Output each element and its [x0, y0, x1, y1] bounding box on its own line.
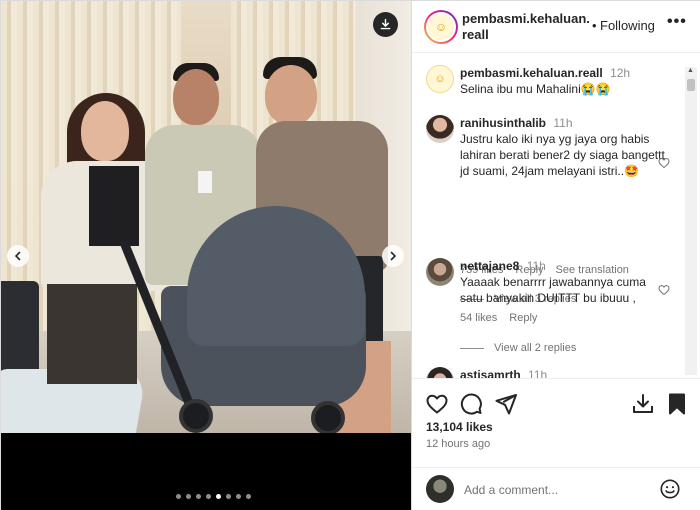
- download-post-icon[interactable]: [631, 392, 655, 416]
- post-likes-count[interactable]: 13,104 likes: [426, 420, 493, 434]
- carousel-dot[interactable]: [246, 494, 251, 499]
- comment-text: Yaaaak benarrrr jawabannya cuma satu ban…: [460, 275, 646, 305]
- comment-meta: 54 likes Reply: [460, 312, 537, 324]
- chevron-left-icon: [14, 251, 21, 261]
- carousel-prev-button[interactable]: [7, 245, 29, 267]
- carousel-dot[interactable]: [226, 494, 231, 499]
- like-heart-icon[interactable]: [425, 392, 449, 416]
- comment-bubble-icon[interactable]: [459, 392, 483, 416]
- carousel-dot[interactable]: [196, 494, 201, 499]
- comment-time: 11h: [528, 368, 548, 378]
- scroll-thumb[interactable]: [687, 79, 695, 91]
- comment-likes[interactable]: 54 likes: [460, 312, 497, 324]
- current-user-avatar[interactable]: [426, 475, 454, 503]
- comment-username[interactable]: pembasmi.kehaluan.reall: [460, 66, 603, 80]
- post-photo: [1, 1, 411, 433]
- download-button[interactable]: [373, 12, 398, 37]
- author-username[interactable]: pembasmi.kehaluan.reall: [462, 11, 590, 43]
- comment-username[interactable]: astisamrth: [460, 368, 521, 378]
- post-actions: 13,104 likes 12 hours ago: [412, 378, 700, 468]
- comment-text: Justru kalo iki nya yg jaya org habis la…: [460, 132, 665, 178]
- chevron-right-icon: [390, 251, 397, 261]
- follow-separator: •: [592, 18, 597, 33]
- carousel-dot[interactable]: [186, 494, 191, 499]
- view-replies-label: View all 2 replies: [494, 342, 577, 354]
- avatar[interactable]: [426, 115, 454, 143]
- author-avatar[interactable]: ☺: [424, 10, 458, 44]
- comment-time: 12h: [610, 66, 631, 80]
- more-options-button[interactable]: •••: [667, 13, 687, 31]
- view-replies-button[interactable]: View all 2 replies: [460, 342, 576, 354]
- following-button[interactable]: Following: [600, 18, 655, 33]
- add-comment-bar: [412, 467, 700, 510]
- carousel-dot[interactable]: [236, 494, 241, 499]
- post-details-panel: ☺ pembasmi.kehaluan.reall • Following ••…: [411, 1, 700, 510]
- instagram-post-window: ☺ pembasmi.kehaluan.reall • Following ••…: [0, 0, 700, 510]
- save-bookmark-icon[interactable]: [665, 392, 689, 416]
- heart-icon[interactable]: [658, 284, 670, 296]
- carousel-dot[interactable]: [176, 494, 181, 499]
- author-avatar-image: ☺: [426, 12, 456, 42]
- carousel-next-button[interactable]: [382, 245, 404, 267]
- comment-username[interactable]: nettajane8: [460, 259, 519, 273]
- avatar[interactable]: ☺: [426, 65, 454, 93]
- carousel-dot[interactable]: [206, 494, 211, 499]
- post-header: ☺ pembasmi.kehaluan.reall • Following ••…: [412, 1, 700, 53]
- avatar[interactable]: [426, 258, 454, 286]
- share-send-icon[interactable]: [494, 392, 518, 416]
- comment-text: Selina ibu mu Mahalini😭😭: [460, 82, 611, 96]
- avatar[interactable]: [426, 367, 454, 378]
- post-media[interactable]: [1, 1, 411, 510]
- comments-scrollbar[interactable]: ▲: [685, 67, 697, 375]
- add-comment-input[interactable]: [464, 479, 654, 501]
- comment-time: 11h: [553, 116, 573, 130]
- carousel-dots: [176, 494, 251, 499]
- scroll-up-arrow-icon[interactable]: ▲: [687, 67, 694, 74]
- carousel-dot[interactable]: [216, 494, 221, 499]
- reply-button[interactable]: Reply: [509, 312, 537, 324]
- comments-list[interactable]: ☺ pembasmi.kehaluan.reall 12h Selina ibu…: [412, 53, 684, 378]
- comment-username[interactable]: ranihusinthalib: [460, 116, 546, 130]
- emoji-icon[interactable]: [659, 478, 681, 500]
- post-timestamp: 12 hours ago: [426, 438, 491, 450]
- comment-time: 11h: [526, 259, 546, 273]
- download-icon: [380, 18, 391, 30]
- heart-icon[interactable]: [658, 157, 670, 169]
